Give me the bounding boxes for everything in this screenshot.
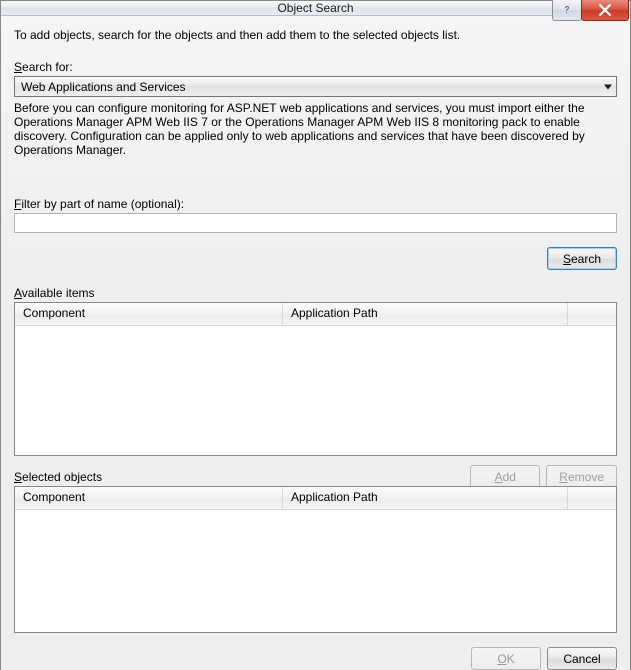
- selected-objects-label: Selected objects: [14, 470, 617, 484]
- search-for-selected: Web Applications and Services: [21, 80, 186, 94]
- selected-col-apppath[interactable]: Application Path: [283, 487, 568, 509]
- cancel-button[interactable]: Cancel: [547, 647, 617, 670]
- search-for-label: Search for:: [14, 60, 617, 74]
- intro-text: To add objects, search for the objects a…: [14, 28, 617, 42]
- available-col-spacer: [568, 303, 616, 325]
- selected-objects-body: [15, 510, 616, 632]
- available-items-list[interactable]: Component Application Path: [14, 302, 617, 456]
- window-controls: [553, 0, 629, 21]
- help-button[interactable]: [552, 0, 582, 21]
- available-col-apppath[interactable]: Application Path: [283, 303, 568, 325]
- object-search-dialog: Object Search To add objects, search for…: [0, 0, 631, 670]
- selected-col-spacer: [568, 487, 616, 509]
- search-for-dropdown[interactable]: Web Applications and Services: [14, 76, 617, 97]
- available-col-component[interactable]: Component: [15, 303, 283, 325]
- chevron-down-icon: [604, 84, 612, 89]
- close-button[interactable]: [581, 0, 629, 21]
- title-bar: Object Search: [1, 1, 630, 16]
- description-text: Before you can configure monitoring for …: [14, 101, 617, 157]
- filter-label: Filter by part of name (optional):: [14, 197, 617, 211]
- available-items-header: Component Application Path: [15, 303, 616, 326]
- ok-button[interactable]: OK: [471, 647, 541, 670]
- search-button[interactable]: Search: [547, 247, 617, 270]
- selected-col-component[interactable]: Component: [15, 487, 283, 509]
- filter-input[interactable]: [14, 213, 617, 233]
- available-items-body: [15, 326, 616, 455]
- selected-objects-header: Component Application Path: [15, 487, 616, 510]
- available-items-label: Available items: [14, 286, 617, 300]
- dialog-content: To add objects, search for the objects a…: [1, 16, 630, 670]
- selected-objects-list[interactable]: Component Application Path: [14, 486, 617, 633]
- window-title: Object Search: [1, 1, 630, 15]
